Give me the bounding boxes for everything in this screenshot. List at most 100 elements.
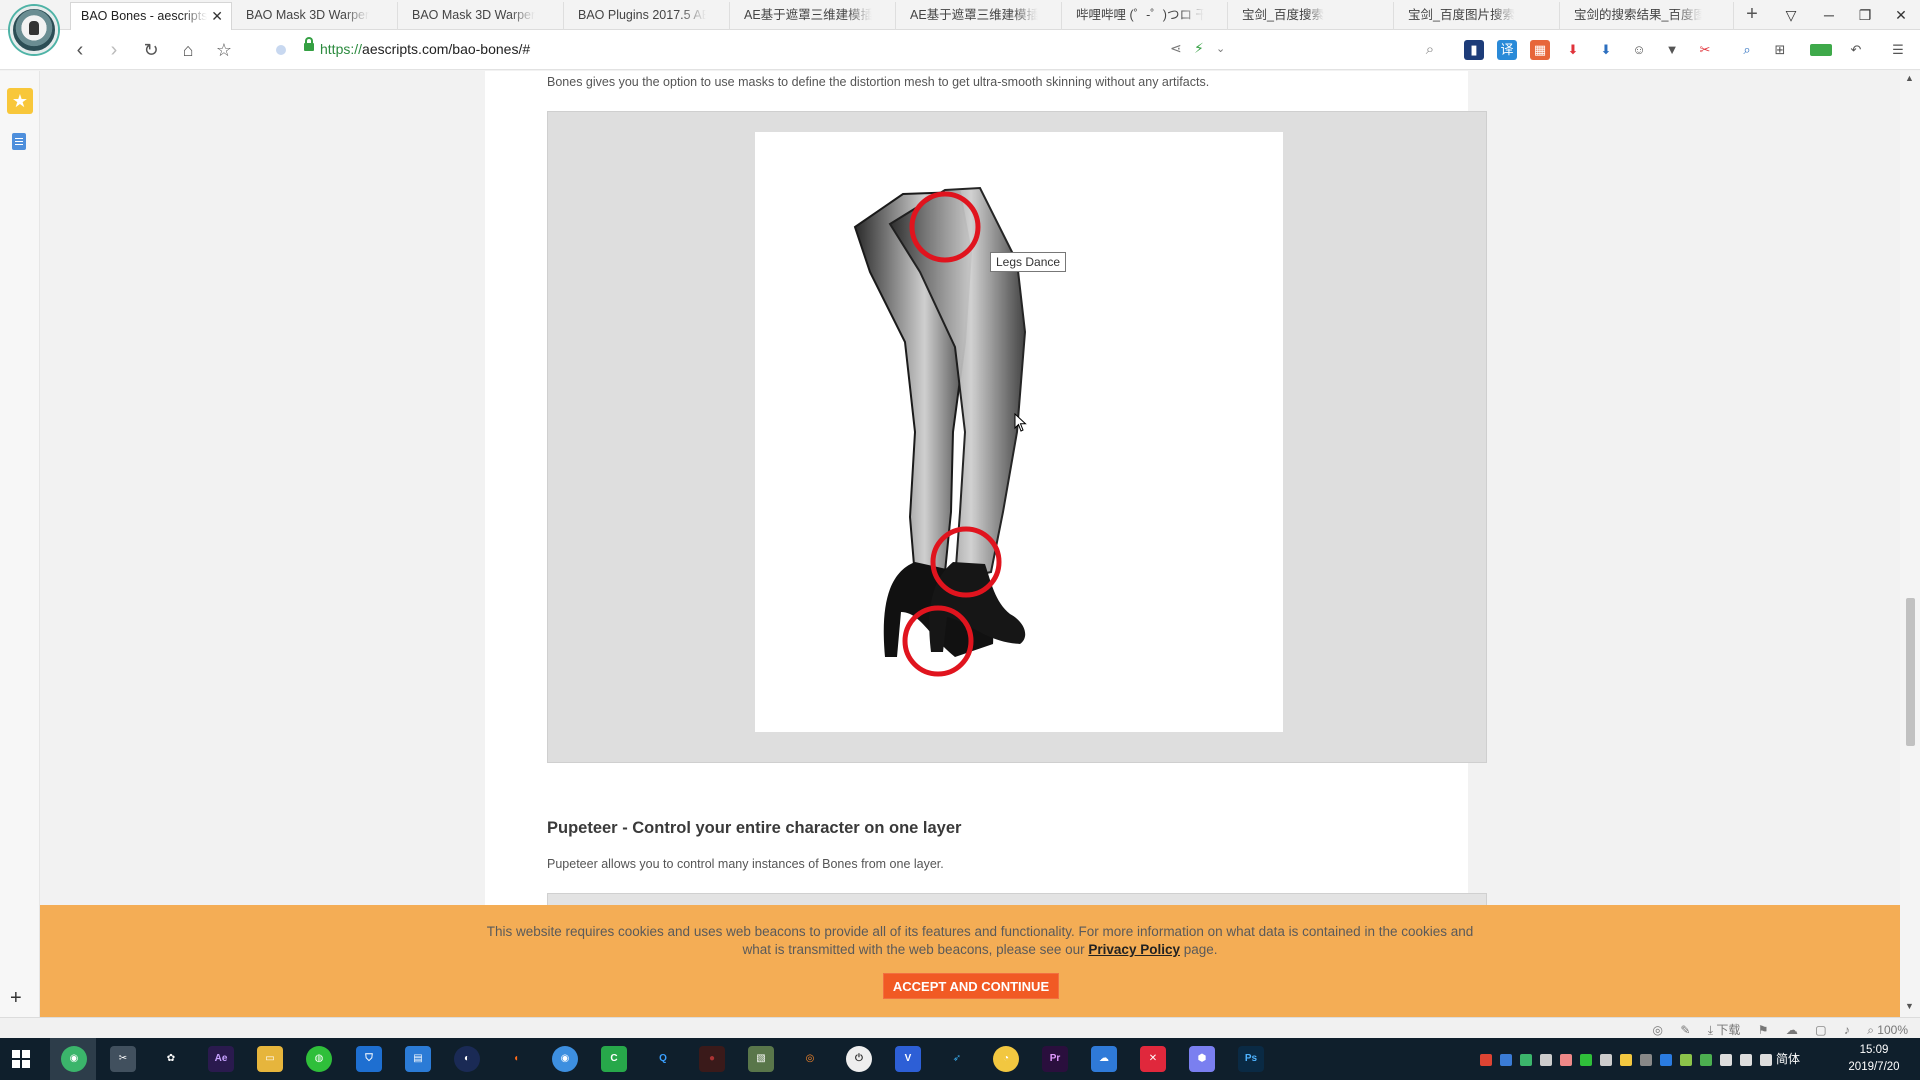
tray-app-icon-7[interactable] bbox=[1620, 1054, 1632, 1066]
tab-ae-mask-modeling-2[interactable]: AE基于遮罩三维建模插件 bbox=[900, 2, 1062, 30]
download-blue-icon[interactable]: ⬇ bbox=[1596, 40, 1616, 60]
tab-bao-bones[interactable]: BAO Bones - aescripts ✕ bbox=[70, 2, 232, 30]
input-method-indicator[interactable]: 简体 bbox=[1776, 1050, 1800, 1067]
tray-app-icon-9[interactable] bbox=[1680, 1054, 1692, 1066]
restore-button[interactable]: ❐ bbox=[1848, 0, 1882, 30]
forward-icon[interactable]: › bbox=[100, 36, 128, 64]
taskbar-clock[interactable]: 15:09 2019/7/20 bbox=[1836, 1042, 1912, 1076]
tab-bao-plugins[interactable]: BAO Plugins 2017.5 AE bbox=[568, 2, 730, 30]
back-icon[interactable]: ‹ bbox=[66, 36, 94, 64]
taskbar-dark-app-icon[interactable]: ● bbox=[699, 1046, 725, 1072]
taskbar-flower-icon[interactable]: ✿ bbox=[158, 1046, 184, 1072]
privacy-policy-link[interactable]: Privacy Policy bbox=[1088, 942, 1180, 957]
search-icon[interactable]: ⌕ bbox=[1416, 36, 1444, 64]
taskbar-after-effects-icon[interactable]: Ae bbox=[208, 1046, 234, 1072]
tray-bluetooth-icon[interactable] bbox=[1660, 1054, 1672, 1066]
taskbar-houdini-icon[interactable]: ◎ bbox=[797, 1046, 823, 1072]
taskbar-green-app-icon[interactable]: C bbox=[601, 1046, 627, 1072]
url-text[interactable]: https://aescripts.com/bao-bones/# bbox=[320, 41, 530, 57]
taskbar-bird-icon[interactable]: ➶ bbox=[944, 1046, 970, 1072]
tray-battery-icon[interactable] bbox=[1700, 1054, 1712, 1066]
tray-app-icon-4[interactable] bbox=[1540, 1054, 1552, 1066]
translate-icon[interactable]: 译 bbox=[1497, 40, 1517, 60]
cloud-icon[interactable]: ☁ bbox=[1786, 1023, 1798, 1037]
taskbar-cinema4d-icon[interactable]: ◐ bbox=[454, 1046, 480, 1072]
taskbar-v-app-icon[interactable]: V bbox=[895, 1046, 921, 1072]
tab-bilibili[interactable]: 哔哩哔哩 (゜-゜)つロ 干杯 bbox=[1066, 2, 1228, 30]
battery-icon[interactable] bbox=[1810, 44, 1832, 56]
magnifier-ext-icon[interactable]: ⌕ bbox=[1737, 40, 1757, 60]
accelerate-icon[interactable]: ◎ bbox=[1653, 1023, 1663, 1037]
menu-icon[interactable]: ☰ bbox=[1888, 40, 1908, 60]
taskbar-globe-icon[interactable]: ◉ bbox=[552, 1046, 578, 1072]
vpn-ext-icon[interactable]: ▼ bbox=[1662, 40, 1682, 60]
tab-ae-mask-modeling-1[interactable]: AE基于遮罩三维建模插件 bbox=[734, 2, 896, 30]
address-bar[interactable]: https://aescripts.com/bao-bones/# ⋖ ⚡ ⌄ bbox=[270, 36, 1430, 64]
close-window-button[interactable]: ✕ bbox=[1884, 0, 1918, 30]
scroll-down-arrow-icon[interactable]: ▼ bbox=[1905, 1001, 1914, 1011]
taskbar-cube-icon[interactable]: ⬢ bbox=[1189, 1046, 1215, 1072]
taskbar-red-x-icon[interactable]: ✕ bbox=[1140, 1046, 1166, 1072]
taskbar-shield-icon[interactable]: ⛉ bbox=[356, 1046, 382, 1072]
favorites-star-icon[interactable]: ★ bbox=[7, 88, 33, 114]
reload-icon[interactable]: ↻ bbox=[137, 36, 165, 64]
calendar-ext-icon[interactable]: ▦ bbox=[1530, 40, 1550, 60]
add-sidebar-icon[interactable]: + bbox=[10, 987, 22, 1010]
page-scrollbar[interactable]: ▲ ▼ bbox=[1900, 71, 1920, 1017]
taskbar-file-explorer-icon[interactable]: ▭ bbox=[257, 1046, 283, 1072]
download-red-icon[interactable]: ⬇ bbox=[1563, 40, 1583, 60]
flag-icon[interactable]: ⚑ bbox=[1758, 1023, 1769, 1037]
share-icon[interactable]: ⋖ bbox=[1170, 40, 1182, 57]
tray-app-icon-8[interactable] bbox=[1640, 1054, 1652, 1066]
pin-icon[interactable]: ✎ bbox=[1680, 1023, 1690, 1037]
tab-baidu-image-results[interactable]: 宝剑的搜索结果_百度图片 bbox=[1564, 2, 1734, 30]
scrollbar-thumb[interactable] bbox=[1906, 598, 1915, 746]
face-ext-icon[interactable]: ☺ bbox=[1629, 40, 1649, 60]
tray-app-icon-5[interactable] bbox=[1560, 1054, 1572, 1066]
tray-network-icon[interactable] bbox=[1740, 1054, 1752, 1066]
tray-app-icon-6[interactable] bbox=[1600, 1054, 1612, 1066]
tray-wechat-icon[interactable] bbox=[1580, 1054, 1592, 1066]
taskbar-orange-app-icon[interactable]: ◖ bbox=[503, 1046, 529, 1072]
notes-icon[interactable] bbox=[12, 133, 26, 150]
tray-app-icon-1[interactable] bbox=[1480, 1054, 1492, 1066]
mute-icon[interactable]: ♪ bbox=[1844, 1023, 1850, 1037]
apps-grid-icon[interactable]: ⊞ bbox=[1770, 40, 1790, 60]
taskbar-snip-icon[interactable]: ✂ bbox=[110, 1046, 136, 1072]
mode-dropdown-icon[interactable]: ⌄ bbox=[1216, 42, 1225, 55]
tray-keyboard-icon[interactable] bbox=[1720, 1054, 1732, 1066]
taskbar-search-app-icon[interactable]: Q bbox=[650, 1046, 676, 1072]
scissors-icon[interactable]: ✂ bbox=[1695, 40, 1715, 60]
close-tab-icon[interactable]: ✕ bbox=[211, 3, 223, 29]
start-windows-icon[interactable] bbox=[12, 1050, 30, 1068]
tab-baidu-search[interactable]: 宝剑_百度搜索 bbox=[1232, 2, 1394, 30]
tab-baidu-image-search[interactable]: 宝剑_百度图片搜索 bbox=[1398, 2, 1560, 30]
taskbar-store-icon[interactable]: ▤ bbox=[405, 1046, 431, 1072]
tray-app-icon-3[interactable] bbox=[1520, 1054, 1532, 1066]
new-tab-button[interactable]: + bbox=[1737, 0, 1767, 30]
extension-chart-icon[interactable]: ▮ bbox=[1464, 40, 1484, 60]
download-icon[interactable]: ⤓ 下载 bbox=[1708, 1021, 1741, 1038]
minimize-button[interactable]: ─ bbox=[1812, 0, 1846, 30]
taskbar-premiere-icon[interactable]: Pr bbox=[1042, 1046, 1068, 1072]
scroll-up-arrow-icon[interactable]: ▲ bbox=[1905, 73, 1914, 83]
tray-app-icon-2[interactable] bbox=[1500, 1054, 1512, 1066]
taskbar-cloud-app-icon[interactable]: ☁ bbox=[1091, 1046, 1117, 1072]
window-icon[interactable]: ▢ bbox=[1815, 1023, 1826, 1037]
taskbar-yellow-app-icon[interactable]: ◔ bbox=[993, 1046, 1019, 1072]
site-info-icon[interactable] bbox=[276, 45, 286, 55]
bookmark-star-icon[interactable]: ☆ bbox=[210, 36, 238, 64]
accept-and-continue-button[interactable]: ACCEPT AND CONTINUE bbox=[883, 973, 1059, 999]
zoom-icon[interactable]: ⌕ 100% bbox=[1867, 1023, 1908, 1038]
browser-logo-icon[interactable] bbox=[10, 6, 58, 54]
taskbar-power-icon[interactable]: ⏻ bbox=[846, 1046, 872, 1072]
undo-icon[interactable]: ↶ bbox=[1846, 40, 1866, 60]
taskbar-image-app-icon[interactable]: ▧ bbox=[748, 1046, 774, 1072]
home-icon[interactable]: ⌂ bbox=[174, 36, 202, 64]
tab-bao-mask-3d-warper-1[interactable]: BAO Mask 3D Warper bbox=[236, 2, 398, 30]
tab-bao-mask-3d-warper-2[interactable]: BAO Mask 3D Warper bbox=[402, 2, 564, 30]
speed-mode-icon[interactable]: ⚡ bbox=[1194, 40, 1204, 57]
taskbar-browser-icon[interactable]: ◉ bbox=[61, 1046, 87, 1072]
taskbar-photoshop-icon[interactable]: Ps bbox=[1238, 1046, 1264, 1072]
tray-volume-icon[interactable] bbox=[1760, 1054, 1772, 1066]
